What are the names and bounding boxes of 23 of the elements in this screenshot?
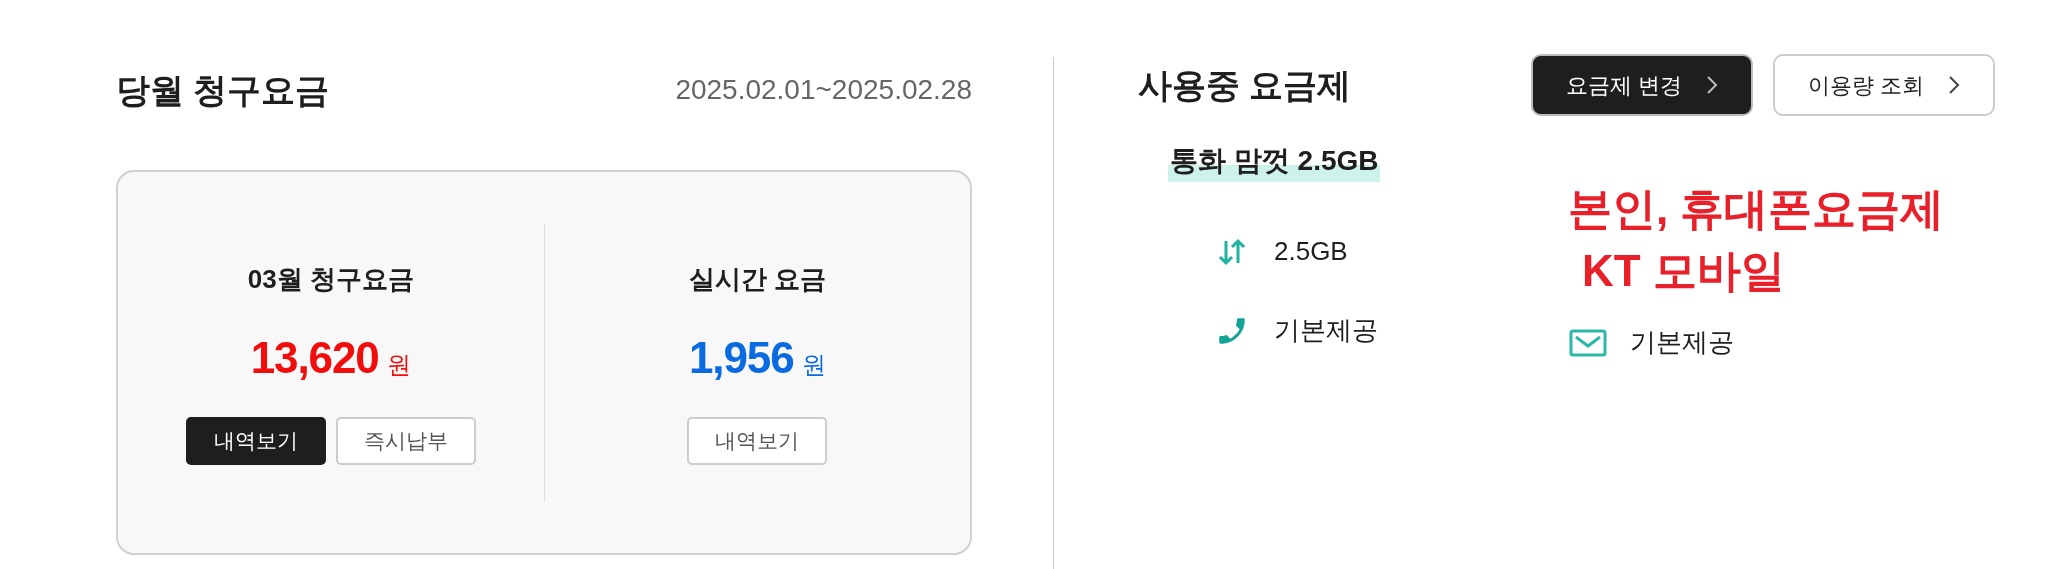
section-title: 사용중 요금제 — [1138, 64, 1352, 106]
currency-unit: 원 — [386, 350, 411, 380]
feature-text: 2.5GB — [1274, 235, 1348, 268]
annotation-text: KT 모바일 — [1581, 245, 1786, 297]
currency-unit: 원 — [801, 350, 826, 380]
feature-text: 기본제공 — [1630, 326, 1734, 359]
chevron-right-icon — [1948, 75, 1961, 95]
feature-text: 기본제공 — [1274, 314, 1378, 347]
billing-period: 2025.02.01~2025.02.28 — [675, 73, 972, 107]
envelope-icon — [1569, 327, 1607, 358]
panel-label: 03월 청구요금 — [247, 263, 414, 296]
amount: 13,620 — [250, 332, 379, 384]
history-button[interactable]: 즉시납부 — [335, 417, 476, 465]
plan-button[interactable]: 요금제 변경 — [1531, 54, 1753, 116]
up-down-arrows-icon — [1217, 236, 1247, 267]
plan-button[interactable]: 이용량 조회 — [1773, 54, 1995, 116]
annotation-text: 본인, 휴대폰요금제 — [1568, 183, 1945, 235]
chevron-right-icon — [1706, 75, 1719, 95]
section-title: 당월 청구요금 — [116, 69, 330, 111]
history-button[interactable]: 내역보기 — [185, 417, 326, 465]
panel-label: 실시간 요금 — [688, 263, 826, 296]
amount: 1,956 — [688, 332, 794, 384]
history-button[interactable]: 내역보기 — [687, 417, 828, 465]
